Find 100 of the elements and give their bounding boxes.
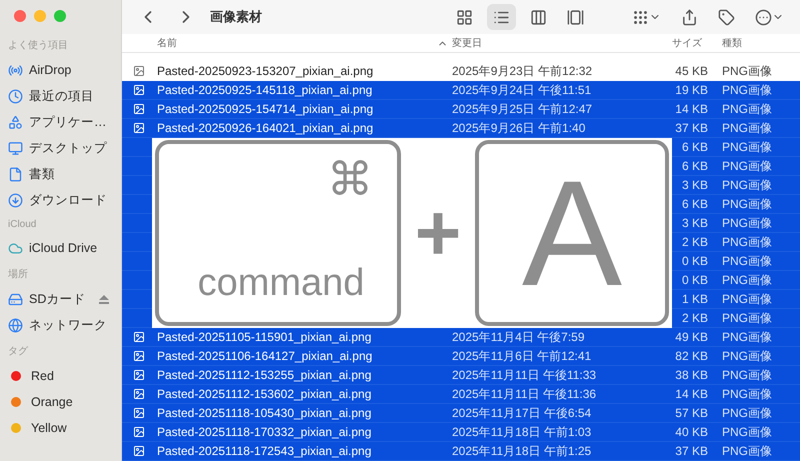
image-file-icon	[133, 331, 145, 343]
image-file-icon	[133, 122, 145, 134]
share-icon	[681, 8, 698, 26]
column-label[interactable]: 名前	[157, 36, 177, 50]
sidebar-tag[interactable]: Yellow	[8, 415, 121, 441]
file-kind: PNG画像	[722, 100, 774, 118]
file-size: 37 KB	[674, 121, 709, 135]
file-size: 1 KB	[680, 292, 709, 306]
file-date: 2025年11月11日 午後11:36	[452, 386, 598, 402]
file-size: 82 KB	[674, 349, 709, 363]
file-row[interactable]: Pasted-20251118-170332_pixian_ai.png 2025年11月18日 午前1:03 40 KB PNG画像	[122, 423, 800, 442]
file-size: 40 KB	[674, 425, 709, 439]
file-row[interactable]: Pasted-20250925-154714_pixian_ai.png 2025年9月25日 午前12:47 14 KB PNG画像	[122, 100, 800, 119]
column-label[interactable]: 変更日	[452, 36, 482, 50]
tag-icon	[718, 8, 735, 26]
file-name: Pasted-20251106-164127_pixian_ai.png	[157, 349, 374, 363]
tag-label: Red	[31, 369, 54, 383]
file-name: Pasted-20250926-164021_pixian_ai.png	[157, 121, 374, 135]
file-date: 2025年11月6日 午前12:41	[452, 348, 592, 364]
sidebar-item[interactable]: ネットワーク	[8, 312, 121, 338]
file-name: Pasted-20250925-154714_pixian_ai.png	[157, 102, 374, 116]
file-date: 2025年9月26日 午前1:40	[452, 120, 586, 136]
sidebar-item[interactable]: AirDrop	[8, 57, 121, 83]
view-button[interactable]	[487, 4, 516, 30]
eject-icon[interactable]	[99, 294, 110, 304]
window-title: 画像素材	[210, 8, 262, 26]
file-size: 38 KB	[674, 368, 709, 382]
file-kind: PNG画像	[722, 272, 774, 288]
sidebar-tag[interactable]: Orange	[8, 389, 121, 415]
file-size: 37 KB	[674, 444, 709, 458]
sidebar-heading: よく使う項目	[8, 39, 69, 52]
sidebar-item[interactable]: iCloud Drive	[8, 235, 121, 261]
file-size: 2 KB	[680, 311, 709, 325]
file-kind: PNG画像	[722, 442, 774, 460]
image-file-icon	[133, 426, 145, 438]
sidebar-heading: 場所	[8, 268, 29, 281]
file-row[interactable]: Pasted-20251112-153255_pixian_ai.png 2025年11月11日 午後11:33 38 KB PNG画像	[122, 366, 800, 385]
clock-icon	[8, 88, 23, 104]
file-date: 2025年9月25日 午前12:47	[452, 100, 594, 118]
sidebar-item[interactable]: ダウンロード	[8, 187, 121, 213]
column-label[interactable]: 種類	[722, 36, 742, 50]
column-label[interactable]: サイズ	[672, 36, 702, 50]
file-name: Pasted-20250923-153207_pixian_ai.png	[157, 64, 374, 78]
file-kind: PNG画像	[722, 196, 774, 212]
file-row[interactable]: Pasted-20251112-153602_pixian_ai.png 2025年11月11日 午後11:36 14 KB PNG画像	[122, 385, 800, 404]
sidebar-item[interactable]: 書類	[8, 161, 121, 187]
key-label: command	[198, 264, 364, 302]
file-kind: PNG画像	[722, 158, 774, 174]
file-kind: PNG画像	[722, 82, 774, 98]
file-size: 6 KB	[680, 159, 709, 173]
file-date: 2025年9月23日 午前12:32	[452, 62, 594, 80]
airdrop-icon	[8, 62, 23, 78]
file-size: 49 KB	[674, 330, 709, 344]
cloud-icon	[8, 240, 23, 256]
file-kind: PNG画像	[722, 328, 774, 346]
shapes-icon	[8, 114, 23, 130]
file-date: 2025年11月18日 午前1:25	[452, 442, 592, 460]
file-date: 2025年11月11日 午後11:33	[452, 366, 598, 384]
sidebar-label: AirDrop	[29, 63, 72, 77]
file-row[interactable]: Pasted-20251106-164127_pixian_ai.png 2025年11月6日 午前12:41 82 KB PNG画像	[122, 347, 800, 366]
file-size: 14 KB	[674, 102, 709, 116]
file-size: 19 KB	[674, 83, 709, 97]
file-size: 45 KB	[674, 64, 709, 78]
sidebar-item[interactable]: デスクトップ	[8, 135, 121, 161]
file-name: Pasted-20251112-153255_pixian_ai.png	[157, 368, 372, 382]
image-file-icon	[133, 65, 145, 77]
file-kind: PNG画像	[722, 366, 774, 384]
sidebar-label: デスクトップ	[29, 140, 107, 156]
image-file-icon	[133, 388, 145, 400]
file-row[interactable]: Pasted-20251118-172543_pixian_ai.png 2025年11月18日 午前1:25 37 KB PNG画像	[122, 442, 800, 461]
sidebar-item[interactable]: 最近の項目	[8, 83, 121, 109]
image-file-icon	[133, 407, 145, 419]
file-date: 2025年11月4日 午後7:59	[452, 328, 586, 346]
sidebar-label: 書類	[29, 166, 55, 182]
drive-icon	[8, 292, 23, 306]
gallery-view-icon	[567, 8, 584, 26]
file-kind: PNG画像	[722, 234, 774, 250]
sidebar-heading: タグ	[8, 345, 29, 358]
file-name: Pasted-20251118-105430_pixian_ai.png	[157, 406, 372, 420]
file-name: Pasted-20251118-172543_pixian_ai.png	[157, 444, 372, 458]
sidebar-tag[interactable]: Red	[8, 363, 121, 389]
sidebar-label: ダウンロード	[29, 192, 107, 208]
file-date: 2025年11月18日 午前1:03	[452, 424, 592, 440]
file-row[interactable]: Pasted-20250925-145118_pixian_ai.png 2025年9月24日 午後11:51 19 KB PNG画像	[122, 81, 800, 100]
sidebar-label: iCloud Drive	[29, 241, 98, 255]
file-size: 57 KB	[674, 406, 709, 420]
sidebar-item[interactable]: SDカード	[8, 286, 121, 312]
dots-grid-icon	[632, 8, 649, 26]
key-symbol: ⌘	[327, 156, 373, 202]
sidebar-item[interactable]: アプリケー…	[8, 109, 121, 135]
file-kind: PNG画像	[722, 404, 774, 422]
file-kind: PNG画像	[722, 176, 774, 194]
monitor-icon	[8, 140, 23, 156]
file-row[interactable]: Pasted-20251105-115901_pixian_ai.png 2025年11月4日 午後7:59 49 KB PNG画像	[122, 328, 800, 347]
file-name: Pasted-20251118-170332_pixian_ai.png	[157, 425, 372, 439]
download-icon	[8, 192, 23, 208]
file-row[interactable]: Pasted-20250926-164021_pixian_ai.png 2025年9月26日 午前1:40 37 KB PNG画像	[122, 119, 800, 138]
file-kind: PNG画像	[722, 386, 774, 402]
file-kind: PNG画像	[722, 310, 774, 326]
file-row[interactable]: Pasted-20251118-105430_pixian_ai.png 2025年11月17日 午後6:54 57 KB PNG画像	[122, 404, 800, 423]
